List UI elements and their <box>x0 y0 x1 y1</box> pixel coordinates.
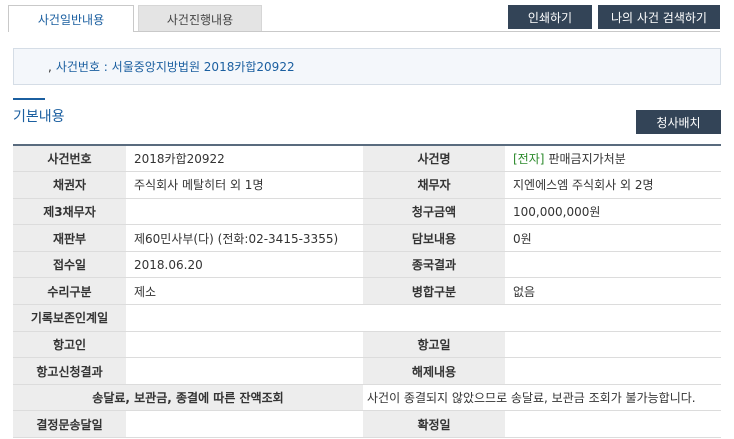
label-debtor: 채무자 <box>363 171 505 199</box>
label-release-content: 해제내용 <box>363 357 505 385</box>
value-decision-delivery-date <box>126 410 363 439</box>
label-final-result: 종국결과 <box>363 251 505 279</box>
value-security: 0원 <box>505 224 721 252</box>
value-creditor: 주식회사 메탈히터 외 1명 <box>126 171 363 199</box>
tab-case-general[interactable]: 사건일반내용 <box>8 5 134 32</box>
label-case-number: 사건번호 <box>13 144 126 173</box>
label-confirmation-date: 확정일 <box>363 410 505 439</box>
case-number-text: 사건번호 : 서울중앙지방법원 2018카합20922 <box>55 60 295 74</box>
label-receipt-type: 수리구분 <box>13 277 126 306</box>
label-creditor: 채권자 <box>13 171 126 199</box>
label-case-name: 사건명 <box>363 144 505 173</box>
case-info-table: 사건번호 2018카합20922 사건명 [전자] 판매금지가처분 채권자 주식회… <box>13 144 721 439</box>
value-case-number: 2018카합20922 <box>126 144 363 173</box>
court-layout-button[interactable]: 청사배치 <box>636 110 721 134</box>
value-appeal-date <box>505 331 721 359</box>
value-case-name: [전자] 판매금지가처분 <box>505 144 721 173</box>
section-marker <box>13 98 45 100</box>
value-claim-amount: 100,000,000원 <box>505 198 721 226</box>
value-release-content <box>505 357 721 385</box>
table-row: 결정문송달일 확정일 <box>13 410 721 439</box>
label-appeal-result: 항고신청결과 <box>13 357 126 385</box>
table-row: 재판부 제60민사부(다) (전화:02-3415-3355) 담보내용 0원 <box>13 224 721 252</box>
electronic-tag: [전자] <box>513 152 545 167</box>
tab-case-progress[interactable]: 사건진행내용 <box>138 5 262 32</box>
value-appellant <box>126 331 363 359</box>
value-debtor: 지엔에스엠 주식회사 외 2명 <box>505 171 721 199</box>
table-row: 송달료, 보관금, 종결에 따른 잔액조회 사건이 종결되지 않았으므로 송달료… <box>13 384 721 412</box>
label-balance-inquiry: 송달료, 보관금, 종결에 따른 잔액조회 <box>13 384 363 412</box>
value-third-debtor <box>126 198 363 226</box>
table-row: 기록보존인계일 <box>13 304 721 332</box>
bullet-mark: , <box>48 59 52 74</box>
label-receipt-date: 접수일 <box>13 251 126 279</box>
section-title: 기본내용 <box>13 109 65 125</box>
print-button[interactable]: 인쇄하기 <box>508 5 592 29</box>
label-security: 담보내용 <box>363 224 505 252</box>
table-row: 접수일 2018.06.20 종국결과 <box>13 251 721 279</box>
label-claim-amount: 청구금액 <box>363 198 505 226</box>
case-number-box: , 사건번호 : 서울중앙지방법원 2018카합20922 <box>13 48 721 85</box>
value-final-result <box>505 251 721 279</box>
value-receipt-date: 2018.06.20 <box>126 251 363 279</box>
table-row: 항고인 항고일 <box>13 331 721 359</box>
label-decision-delivery-date: 결정문송달일 <box>13 410 126 439</box>
label-third-debtor: 제3채무자 <box>13 198 126 226</box>
table-row: 채권자 주식회사 메탈히터 외 1명 채무자 지엔에스엠 주식회사 외 2명 <box>13 171 721 199</box>
label-merge-type: 병합구분 <box>363 277 505 306</box>
table-row: 제3채무자 청구금액 100,000,000원 <box>13 198 721 226</box>
value-archive-date <box>126 304 721 332</box>
value-merge-type: 없음 <box>505 277 721 306</box>
value-court-division: 제60민사부(다) (전화:02-3415-3355) <box>126 224 363 252</box>
table-row: 항고신청결과 해제내용 <box>13 357 721 385</box>
label-archive-date: 기록보존인계일 <box>13 304 126 332</box>
label-court-division: 재판부 <box>13 224 126 252</box>
table-row: 사건번호 2018카합20922 사건명 [전자] 판매금지가처분 <box>13 144 721 173</box>
value-receipt-type: 제소 <box>126 277 363 306</box>
label-appellant: 항고인 <box>13 331 126 359</box>
my-case-search-button[interactable]: 나의 사건 검색하기 <box>598 5 720 29</box>
label-appeal-date: 항고일 <box>363 331 505 359</box>
value-confirmation-date <box>505 410 721 439</box>
table-row: 수리구분 제소 병합구분 없음 <box>13 277 721 306</box>
tab-bar: 사건일반내용 사건진행내용 <box>8 5 262 32</box>
case-name-text: 판매금지가처분 <box>548 152 626 167</box>
value-appeal-result <box>126 357 363 385</box>
value-balance-inquiry: 사건이 종결되지 않았으므로 송달료, 보관금 조회가 불가능합니다. <box>363 384 721 412</box>
